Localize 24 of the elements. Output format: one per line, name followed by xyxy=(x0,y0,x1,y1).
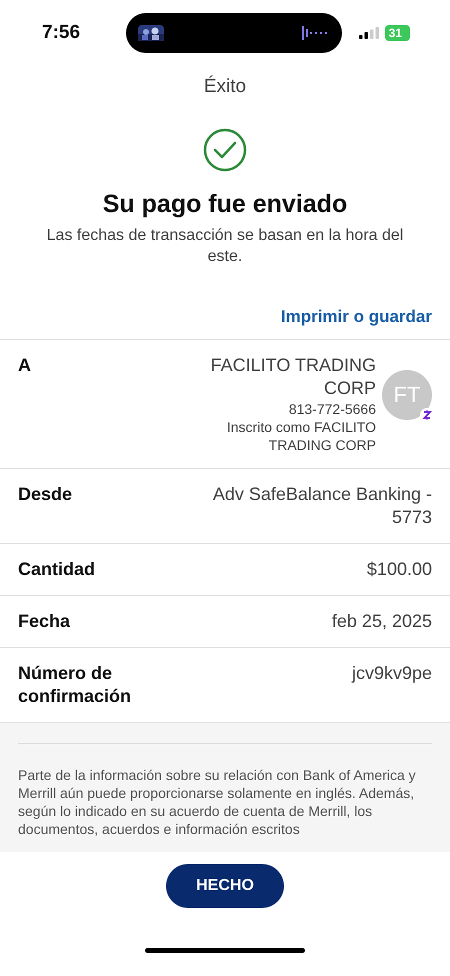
detail-value: jcv9kv9pe xyxy=(352,662,432,685)
recipient-phone: 813-772-5666 xyxy=(288,400,376,418)
detail-value: Adv SafeBalance Banking - 5773 xyxy=(212,483,432,529)
waveform-icon xyxy=(302,26,328,40)
detail-label: Desde xyxy=(18,483,74,506)
recipient-name: FACILITO TRADING CORP xyxy=(210,354,376,400)
done-button[interactable]: HECHO xyxy=(166,864,284,908)
detail-label: Cantidad xyxy=(18,558,96,581)
detail-label: Número de confirmación xyxy=(18,662,132,708)
zelle-badge-icon xyxy=(420,408,434,422)
disclaimer-text: Parte de la información sobre su relación con Bank of America y Merrill aún puede proporcionarse solamente en inglés. Además, según lo indicado en su acuerdo de cuenta de Merrill, los documentos, acuerdos e información escritos xyxy=(18,766,417,838)
detail-label: Fecha xyxy=(18,610,72,633)
detail-value: feb 25, 2025 xyxy=(332,610,432,633)
signal-icon xyxy=(358,27,379,39)
detail-label: A xyxy=(18,354,32,377)
print-link[interactable]: Imprimir o guardar xyxy=(280,307,432,327)
enrollment-note: Inscrito como FACILITO TRADING CORP xyxy=(226,418,376,454)
status-time: 7:56 xyxy=(42,22,80,44)
checkmark-circle-icon xyxy=(203,128,247,172)
success-title: Su pago fue enviado xyxy=(102,190,348,219)
battery-indicator: 31 xyxy=(384,25,410,41)
page-title: Éxito xyxy=(202,76,248,98)
detail-value: $100.00 xyxy=(366,558,432,581)
success-subtitle: Las fechas de transacción se basan en la hora del este. xyxy=(46,226,404,267)
